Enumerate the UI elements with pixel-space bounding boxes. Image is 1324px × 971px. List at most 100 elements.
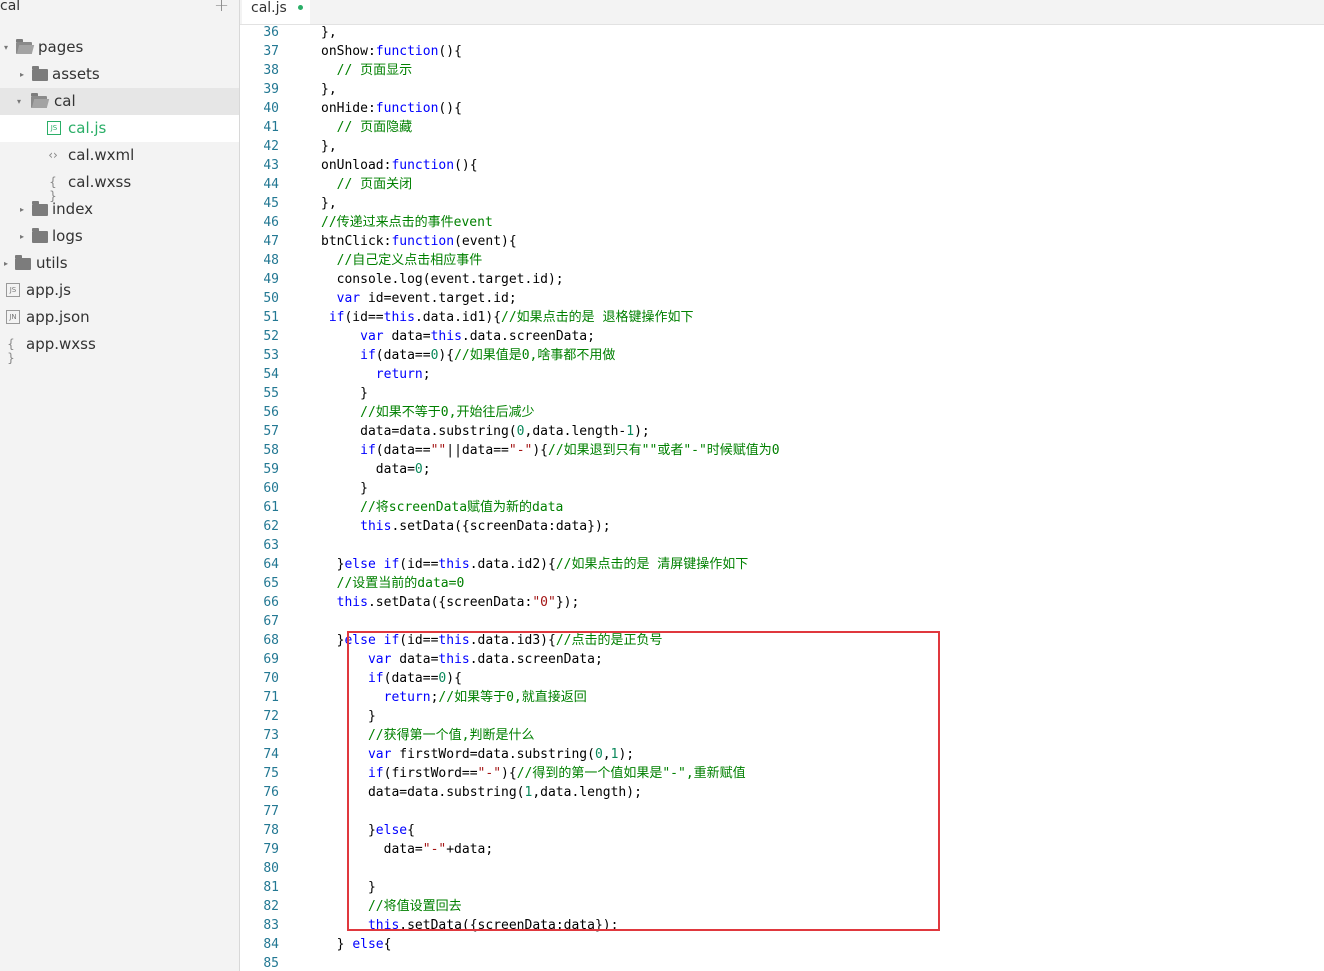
- code-editor[interactable]: 36}, 37 onShow:function(){38 // 页面显示 39}, 40…: [241, 24, 1324, 971]
- code-text[interactable]: console.log(event.target.id);: [321, 270, 564, 289]
- code-text[interactable]: }: [321, 707, 376, 726]
- code-text[interactable]: //将值设置回去: [321, 897, 462, 916]
- line-number: 48: [263, 253, 279, 268]
- code-text[interactable]: }else if(id==this.data.id2){//如果点击的是 清屏键…: [321, 555, 749, 574]
- code-text[interactable]: data="-"+data;: [321, 840, 494, 859]
- tree-file-cal-wxss[interactable]: { } cal.wxss: [0, 169, 239, 203]
- tab-cal-js[interactable]: cal.js: [242, 0, 310, 24]
- code-text[interactable]: var id=event.target.id;: [321, 289, 517, 308]
- tree-file-cal-wxml[interactable]: ‹› cal.wxml: [0, 142, 239, 169]
- chevron-right-icon[interactable]: ▸: [20, 223, 24, 250]
- code-text[interactable]: // 页面显示: [321, 61, 412, 80]
- line-number: 49: [263, 272, 279, 287]
- code-text[interactable]: },: [321, 194, 337, 213]
- tree-file-cal-js[interactable]: JS cal.js: [0, 115, 239, 142]
- folder-icon: [32, 66, 48, 81]
- line-number: 71: [263, 690, 279, 705]
- code-text[interactable]: onHide:function(){: [321, 99, 462, 118]
- code-text[interactable]: }else if(id==this.data.id3){//点击的是正负号: [321, 631, 663, 650]
- code-text[interactable]: onShow:function(){: [321, 42, 462, 61]
- code-text[interactable]: if(data==""||data=="-"){//如果退到只有""或者"-"时…: [321, 441, 780, 460]
- code-text[interactable]: if(data==0){: [321, 669, 462, 688]
- plus-icon[interactable]: +: [214, 0, 229, 16]
- tree-item-label: app.wxss: [26, 335, 96, 353]
- line-number: 55: [263, 386, 279, 401]
- tree-item-label: cal.wxml: [68, 146, 135, 164]
- js-file-icon: JS: [47, 121, 61, 135]
- code-text[interactable]: },: [321, 24, 337, 42]
- folder-open-icon: [31, 93, 47, 108]
- code-text[interactable]: data=data.substring(0,data.length-1);: [321, 422, 650, 441]
- line-number: 41: [263, 120, 279, 135]
- code-text[interactable]: data=0;: [321, 460, 431, 479]
- line-number: 66: [263, 595, 279, 610]
- tree-file-app-json[interactable]: JN app.json: [0, 304, 239, 331]
- chevron-down-icon[interactable]: ▾: [17, 88, 21, 115]
- code-text[interactable]: this.setData({screenData:data});: [321, 916, 618, 935]
- chevron-right-icon[interactable]: ▸: [20, 196, 24, 223]
- code-text[interactable]: },: [321, 80, 337, 99]
- code-text[interactable]: if(id==this.data.id1){//如果点击的是 退格键操作如下: [321, 308, 694, 327]
- code-text[interactable]: onUnload:function(){: [321, 156, 478, 175]
- tree-folder-cal[interactable]: ▾ cal: [0, 88, 239, 115]
- project-title: cal: [0, 0, 21, 14]
- line-number: 80: [263, 861, 279, 876]
- code-text[interactable]: // 页面关闭: [321, 175, 412, 194]
- code-text[interactable]: }else{: [321, 821, 415, 840]
- line-number: 57: [263, 424, 279, 439]
- line-number: 59: [263, 462, 279, 477]
- line-number: 82: [263, 899, 279, 914]
- code-text[interactable]: this.setData({screenData:"0"});: [321, 593, 580, 612]
- code-text[interactable]: },: [321, 137, 337, 156]
- tree-folder-index[interactable]: ▸ index: [0, 196, 239, 223]
- line-number: 53: [263, 348, 279, 363]
- code-text[interactable]: //自己定义点击相应事件: [321, 251, 483, 270]
- code-text[interactable]: data=data.substring(1,data.length);: [321, 783, 642, 802]
- code-text[interactable]: return;//如果等于0,就直接返回: [321, 688, 587, 707]
- code-text[interactable]: } else{: [321, 935, 392, 954]
- code-text[interactable]: //如果不等于0,开始往后减少: [321, 403, 534, 422]
- file-explorer-sidebar: cal + ▾ pages ▸ assets ▾ cal JS cal.js ‹…: [0, 0, 240, 971]
- tree-folder-logs[interactable]: ▸ logs: [0, 223, 239, 250]
- tree-folder-assets[interactable]: ▸ assets: [0, 61, 239, 88]
- line-number: 74: [263, 747, 279, 762]
- tree-item-label: pages: [38, 38, 84, 56]
- tree-item-label: logs: [52, 227, 83, 245]
- editor-tab-bar: cal.js: [240, 0, 1324, 25]
- code-text[interactable]: btnClick:function(event){: [321, 232, 517, 251]
- chevron-down-icon[interactable]: ▾: [4, 34, 8, 61]
- code-text[interactable]: if(data==0){//如果值是0,啥事都不用做: [321, 346, 615, 365]
- line-number: 68: [263, 633, 279, 648]
- tree-folder-pages[interactable]: ▾ pages: [0, 34, 239, 61]
- line-number: 50: [263, 291, 279, 306]
- tree-file-app-wxss[interactable]: { } app.wxss: [0, 331, 239, 365]
- code-text[interactable]: if(firstWord=="-"){//得到的第一个值如果是"-",重新赋值: [321, 764, 746, 783]
- line-number: 79: [263, 842, 279, 857]
- code-text[interactable]: //获得第一个值,判断是什么: [321, 726, 534, 745]
- line-number: 62: [263, 519, 279, 534]
- code-text[interactable]: var data=this.data.screenData;: [321, 327, 595, 346]
- tree-item-label: index: [52, 200, 94, 218]
- code-text[interactable]: var firstWord=data.substring(0,1);: [321, 745, 634, 764]
- code-text[interactable]: // 页面隐藏: [321, 118, 412, 137]
- code-text[interactable]: }: [321, 479, 368, 498]
- line-number: 75: [263, 766, 279, 781]
- code-text[interactable]: }: [321, 384, 368, 403]
- line-number: 61: [263, 500, 279, 515]
- tree-folder-utils[interactable]: ▸ utils: [0, 250, 239, 277]
- code-text[interactable]: //传递过来点击的事件event: [321, 213, 493, 232]
- chevron-right-icon[interactable]: ▸: [20, 61, 24, 88]
- code-file-icon: ‹›: [48, 148, 58, 162]
- folder-open-icon: [16, 39, 32, 54]
- line-number: 76: [263, 785, 279, 800]
- code-text[interactable]: }: [321, 878, 376, 897]
- line-number: 63: [263, 538, 279, 553]
- code-text[interactable]: var data=this.data.screenData;: [321, 650, 603, 669]
- code-text[interactable]: return;: [321, 365, 431, 384]
- code-text[interactable]: //将screenData赋值为新的data: [321, 498, 563, 517]
- tree-file-app-js[interactable]: JS app.js: [0, 277, 239, 304]
- line-number: 36: [263, 25, 279, 40]
- code-text[interactable]: this.setData({screenData:data});: [321, 517, 610, 536]
- chevron-right-icon[interactable]: ▸: [4, 250, 8, 277]
- code-text[interactable]: //设置当前的data=0: [321, 574, 465, 593]
